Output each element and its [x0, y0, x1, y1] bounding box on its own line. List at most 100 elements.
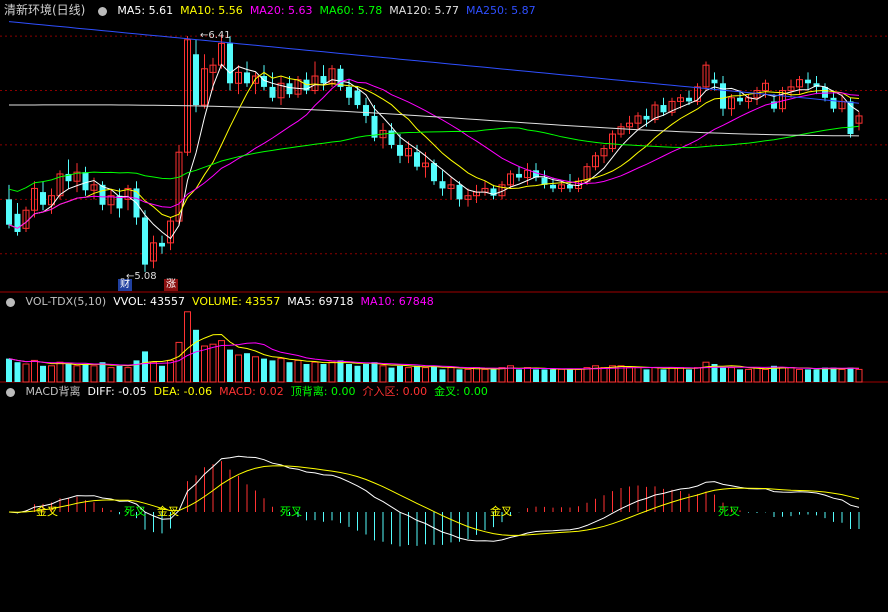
- volume-bar-up: [405, 367, 412, 383]
- volume-bar-up: [175, 341, 183, 383]
- stock-chart-canvas[interactable]: [0, 0, 888, 612]
- volume-bar-down: [363, 364, 369, 382]
- volume-bar-up: [753, 367, 761, 383]
- volume-bar-down: [142, 351, 148, 382]
- volume-bar-up: [209, 343, 217, 383]
- volume-bar-down: [40, 365, 46, 382]
- volume-bar-down: [159, 365, 165, 382]
- macd-signal-label: 死叉: [718, 505, 740, 518]
- candle-body-down: [643, 115, 650, 120]
- volume-bar-down: [516, 369, 522, 382]
- macd-diff-line: [8, 455, 860, 542]
- volume-bar-down: [830, 367, 837, 382]
- volume-bar-up: [558, 368, 565, 383]
- volume-bar-up: [311, 361, 319, 383]
- volume-bar-up: [583, 367, 591, 383]
- volume-bar-down: [14, 362, 21, 382]
- candle-body-down: [346, 86, 352, 98]
- volume-bar-down: [439, 369, 446, 382]
- volume-bar-down: [65, 364, 72, 382]
- volume-bar-up: [167, 359, 174, 383]
- volume-bar-up: [626, 367, 633, 383]
- volume-bar-down: [541, 369, 548, 382]
- volume-bar-up: [702, 361, 710, 383]
- candle-body-down: [414, 152, 420, 167]
- candle-body-down: [14, 213, 21, 232]
- volume-bar-up: [56, 361, 64, 383]
- volume-bar-down: [6, 358, 12, 382]
- volume-bar-up: [48, 365, 55, 383]
- candle-body-down: [269, 86, 276, 98]
- volume-bar-up: [498, 367, 506, 383]
- volume-bar-up: [634, 367, 642, 383]
- volume-bar-down: [397, 365, 403, 382]
- volume-bar-up: [294, 359, 302, 383]
- volume-bar-down: [320, 364, 327, 382]
- candle-body-down: [456, 184, 463, 200]
- volume-bar-up: [277, 358, 285, 383]
- candle-body-down: [227, 43, 233, 84]
- volume-bar-up: [218, 340, 225, 383]
- volume-bar-down: [643, 369, 650, 382]
- candle-body-down: [159, 242, 165, 247]
- volume-bar-down: [261, 358, 267, 382]
- volume-bar-down: [490, 369, 497, 382]
- volume-bar-down: [737, 369, 743, 382]
- price-limit-tag[interactable]: 涨: [164, 279, 178, 291]
- volume-bar-down: [269, 360, 276, 382]
- volume-bar-down: [533, 369, 539, 382]
- candle-body-down: [550, 184, 556, 189]
- volume-bar-up: [447, 367, 455, 383]
- volume-bar-up: [796, 368, 803, 383]
- volume-bar-up: [150, 361, 157, 383]
- volume-bar-up: [473, 367, 480, 383]
- vol-ma10-line: [8, 342, 860, 370]
- macd-signal-label: 死叉: [124, 505, 146, 518]
- candle-body-down: [720, 83, 726, 109]
- volume-bar-down: [133, 360, 140, 382]
- volume-bar-up: [855, 368, 863, 383]
- volume-bar-down: [388, 367, 395, 382]
- volume-bar-down: [244, 353, 250, 382]
- volume-bar-down: [847, 367, 854, 382]
- candle-body-down: [82, 172, 89, 191]
- volume-bar-down: [431, 365, 437, 382]
- volume-bar-down: [286, 362, 293, 382]
- candle-body-down: [354, 90, 361, 106]
- price-grid: [0, 35, 888, 255]
- candle-body-down: [431, 163, 437, 182]
- volume-bar-down: [193, 329, 199, 382]
- volume-bar-up: [838, 368, 846, 383]
- volume-bar-up: [651, 367, 659, 383]
- candle-body-down: [388, 130, 395, 145]
- candle-body-down: [516, 173, 522, 178]
- volume-bar-down: [303, 364, 310, 382]
- volume-bar-up: [73, 365, 81, 383]
- candle-body-down: [320, 76, 327, 84]
- volume-ma-lines: [8, 333, 860, 370]
- volume-bar-down: [337, 360, 344, 382]
- macd-lines: [8, 455, 860, 542]
- volume-bar-up: [107, 367, 115, 383]
- candle-body-down: [193, 54, 199, 106]
- macd-signal-label: 金叉: [490, 505, 512, 518]
- macd-signal-label: 死叉: [280, 505, 302, 518]
- volume-bar-up: [694, 367, 701, 383]
- financial-report-tag[interactable]: 财: [118, 279, 132, 291]
- candle-body-down: [244, 72, 250, 84]
- volume-bar-down: [82, 364, 89, 382]
- volume-bar-up: [22, 363, 30, 383]
- high-price-value: 6.41: [208, 30, 231, 41]
- volume-bar-up: [762, 368, 769, 383]
- candle-body-down: [286, 83, 293, 95]
- volume-bar-down: [720, 367, 726, 382]
- volume-bar-up: [728, 367, 735, 383]
- candle-body-down: [40, 192, 46, 205]
- volume-bar-down: [660, 369, 667, 382]
- candle-body-down: [711, 79, 718, 84]
- volume-bar-down: [805, 369, 811, 382]
- candlesticks: [6, 34, 863, 272]
- candle-body-down: [363, 105, 369, 116]
- candle-body-down: [686, 97, 692, 102]
- volume-bar-up: [90, 365, 98, 383]
